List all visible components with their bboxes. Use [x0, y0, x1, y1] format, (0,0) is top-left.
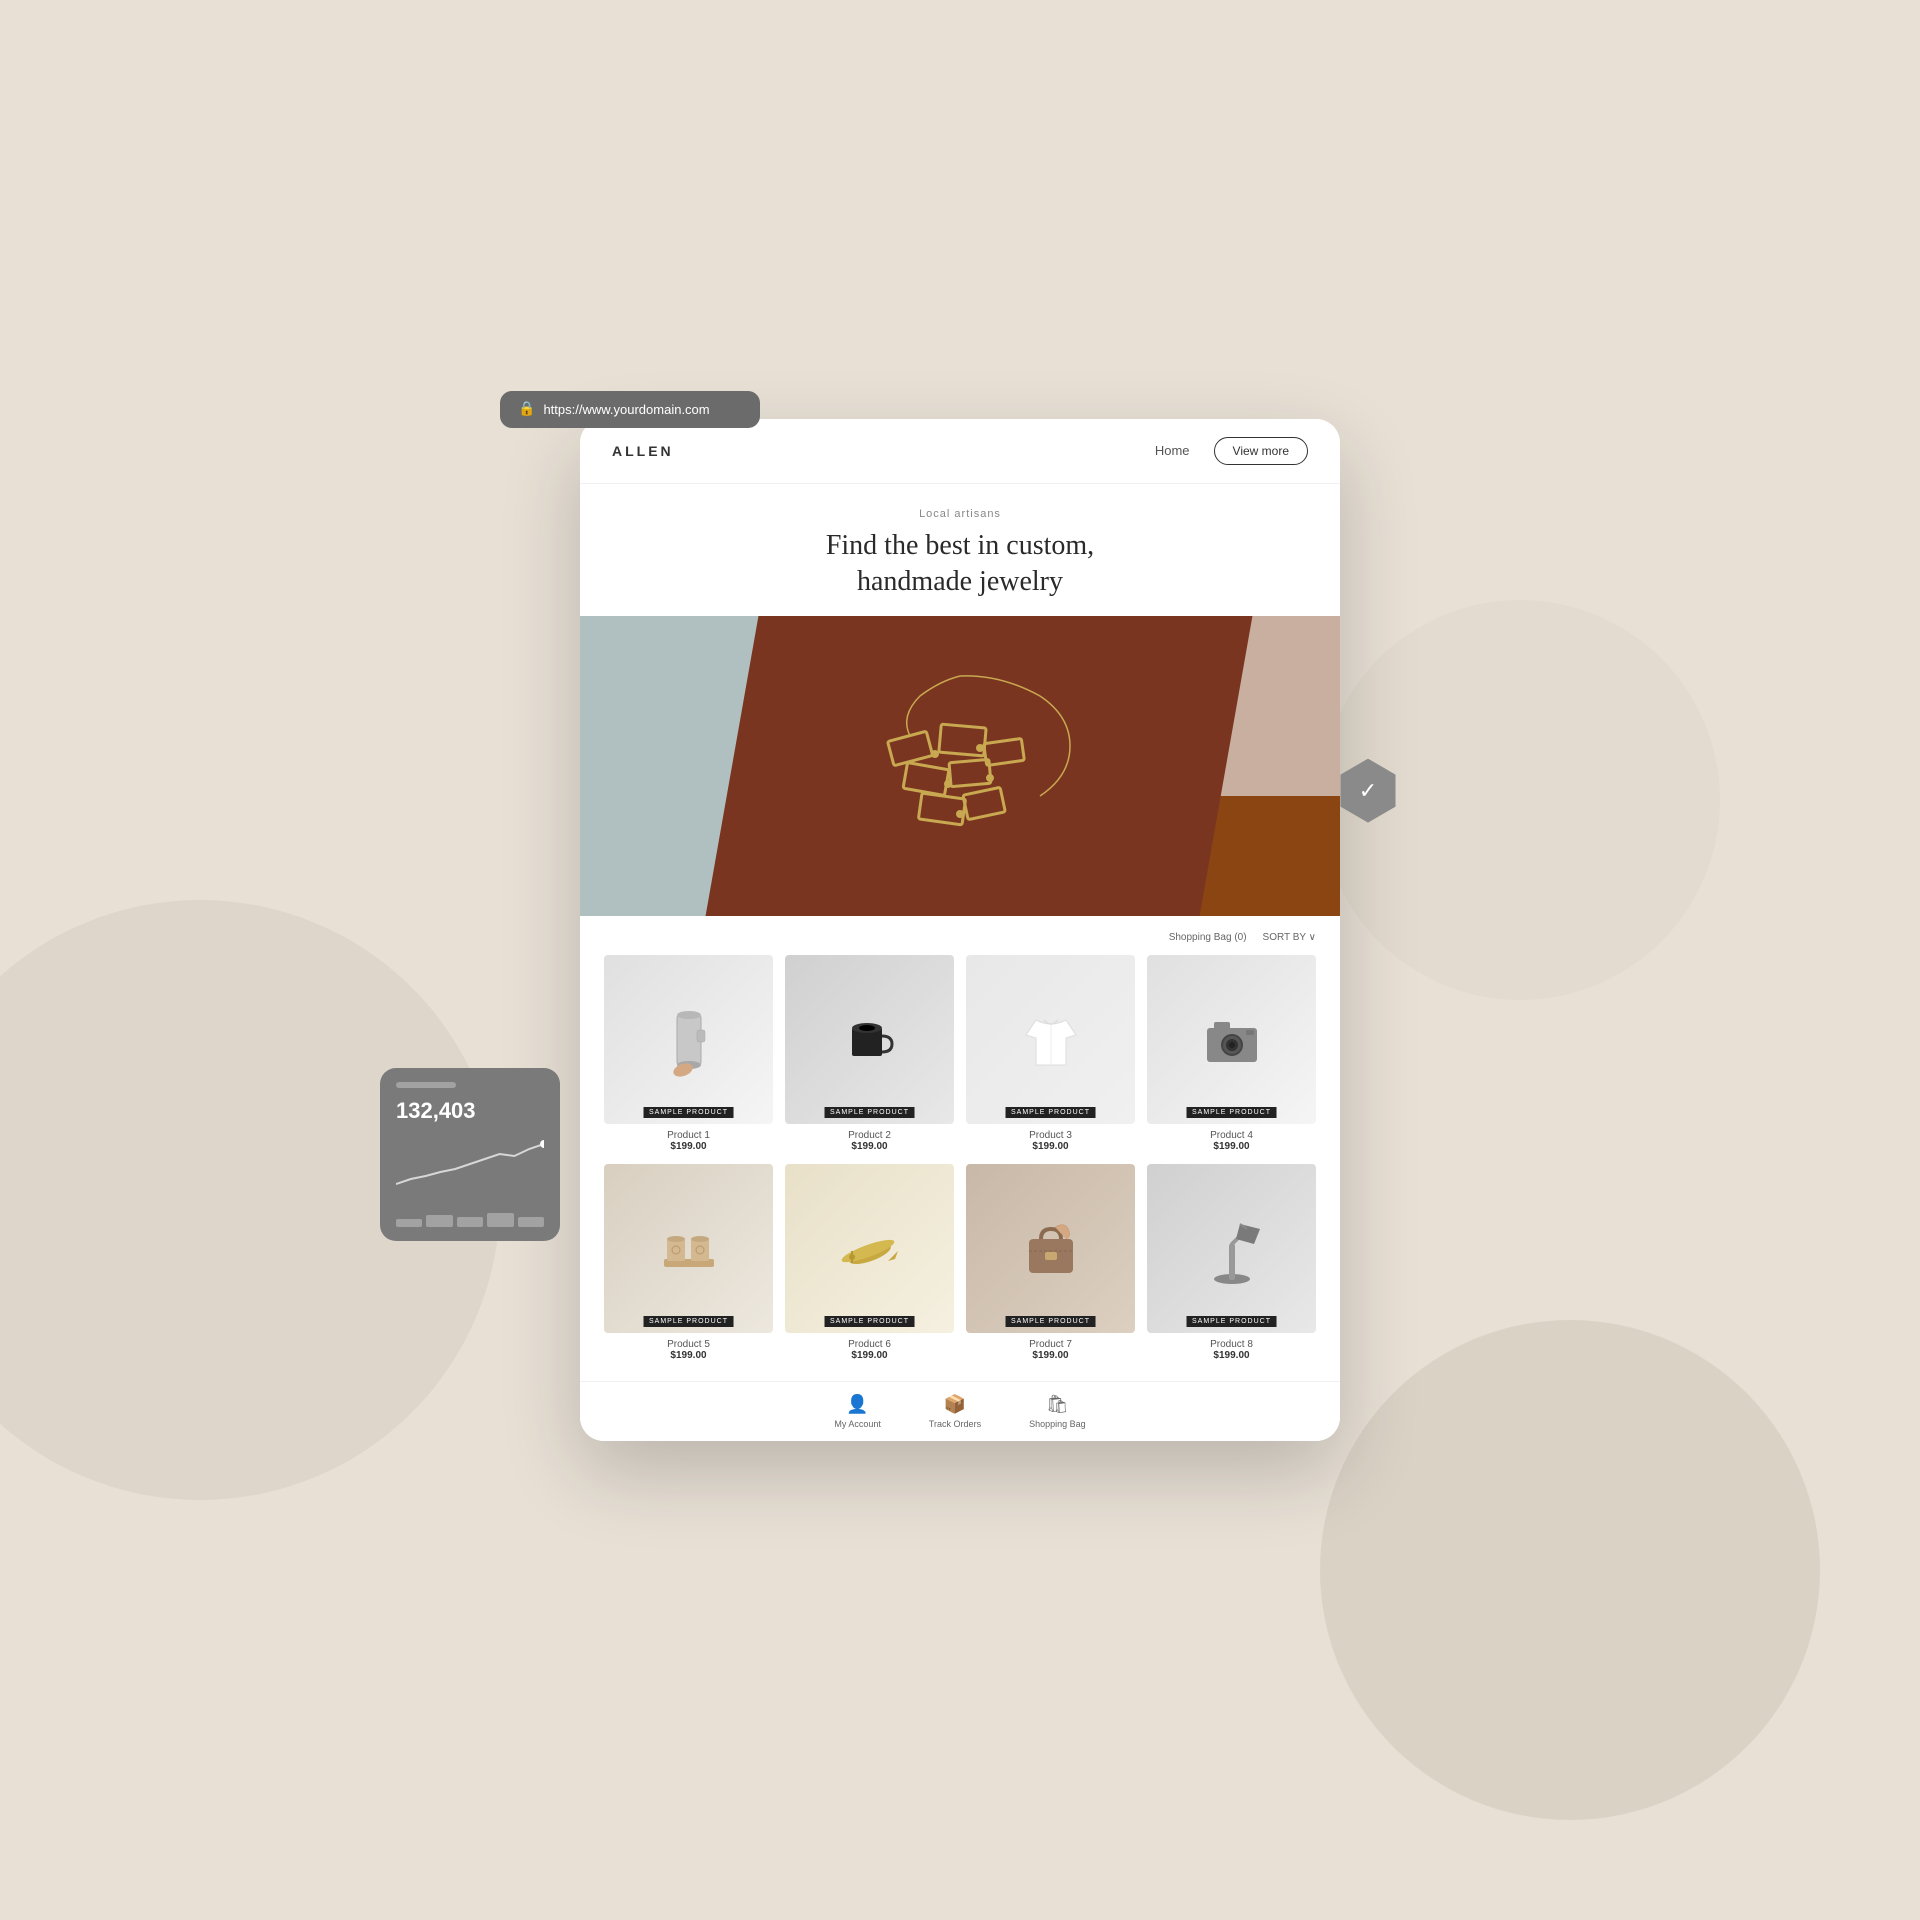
product-price-4: $199.00 — [1147, 1141, 1316, 1152]
stats-widget: 132,403 — [380, 1068, 560, 1241]
product-card-2[interactable]: SAMPLE PRODUCT Product 2 $199.00 — [785, 955, 954, 1152]
product-badge-1: SAMPLE PRODUCT — [643, 1107, 734, 1118]
product-badge-7: SAMPLE PRODUCT — [1005, 1316, 1096, 1327]
product-name-3: Product 3 — [966, 1130, 1135, 1141]
bottom-nav-track[interactable]: 📦 Track Orders — [929, 1394, 981, 1429]
stats-bar-3 — [457, 1217, 483, 1227]
product-name-5: Product 5 — [604, 1339, 773, 1350]
product-header: Shopping Bag (0) SORT BY ∨ — [604, 932, 1316, 943]
product-price-8: $199.00 — [1147, 1350, 1316, 1361]
product-image-7: SAMPLE PRODUCT — [966, 1164, 1135, 1333]
product-grid: SAMPLE PRODUCT Product 1 $199.00 — [604, 955, 1316, 1361]
track-icon: 📦 — [944, 1394, 966, 1415]
product-card-1[interactable]: SAMPLE PRODUCT Product 1 $199.00 — [604, 955, 773, 1152]
stats-bar-row — [396, 1207, 544, 1227]
product-image-5: SAMPLE PRODUCT — [604, 1164, 773, 1333]
product-image-8: SAMPLE PRODUCT — [1147, 1164, 1316, 1333]
product-name-7: Product 7 — [966, 1339, 1135, 1350]
shopping-bag-label: Shopping Bag (0) — [1169, 932, 1247, 943]
product-price-2: $199.00 — [785, 1141, 954, 1152]
product-name-4: Product 4 — [1147, 1130, 1316, 1141]
track-label: Track Orders — [929, 1419, 981, 1429]
bottom-nav: 👤 My Account 📦 Track Orders 🛍 Shopping B… — [580, 1381, 1340, 1441]
product-svg-7 — [1011, 1209, 1091, 1289]
product-image-2: SAMPLE PRODUCT — [785, 955, 954, 1124]
product-name-8: Product 8 — [1147, 1339, 1316, 1350]
product-badge-8: SAMPLE PRODUCT — [1186, 1316, 1277, 1327]
product-name-1: Product 1 — [604, 1130, 773, 1141]
nav-link-home[interactable]: Home — [1155, 443, 1190, 458]
url-text: https://www.yourdomain.com — [543, 402, 709, 417]
product-svg-3 — [1011, 1000, 1091, 1080]
stats-header-line — [396, 1082, 456, 1088]
stats-bar-4 — [487, 1213, 513, 1227]
product-svg-4 — [1192, 1000, 1272, 1080]
product-section: Shopping Bag (0) SORT BY ∨ — [580, 916, 1340, 1381]
website-container: ALLEN Home View more Local artisans Find… — [580, 419, 1340, 1442]
product-price-3: $199.00 — [966, 1141, 1135, 1152]
bottom-nav-bag[interactable]: 🛍 Shopping Bag — [1029, 1394, 1086, 1429]
product-card-8[interactable]: SAMPLE PRODUCT Product 8 $199.00 — [1147, 1164, 1316, 1361]
bag-icon: 🛍 — [1046, 1394, 1069, 1415]
hero-subtitle: Local artisans — [612, 508, 1308, 520]
product-badge-2: SAMPLE PRODUCT — [824, 1107, 915, 1118]
product-card-3[interactable]: SAMPLE PRODUCT Product 3 $199.00 — [966, 955, 1135, 1152]
product-price-1: $199.00 — [604, 1141, 773, 1152]
product-image-1: SAMPLE PRODUCT — [604, 955, 773, 1124]
product-svg-1 — [649, 1000, 729, 1080]
product-svg-6 — [830, 1209, 910, 1289]
stats-bar-5 — [518, 1217, 544, 1227]
view-more-button[interactable]: View more — [1214, 437, 1308, 465]
product-image-6: SAMPLE PRODUCT — [785, 1164, 954, 1333]
product-price-6: $199.00 — [785, 1350, 954, 1361]
stats-bar-2 — [426, 1215, 452, 1227]
product-name-2: Product 2 — [785, 1130, 954, 1141]
product-badge-5: SAMPLE PRODUCT — [643, 1316, 734, 1327]
bottom-nav-account[interactable]: 👤 My Account — [834, 1394, 881, 1429]
stats-chart — [396, 1134, 544, 1194]
product-name-6: Product 6 — [785, 1339, 954, 1350]
product-svg-8 — [1192, 1209, 1272, 1289]
product-svg-5 — [649, 1209, 729, 1289]
product-badge-6: SAMPLE PRODUCT — [824, 1316, 915, 1327]
account-icon: 👤 — [846, 1394, 868, 1415]
product-image-3: SAMPLE PRODUCT — [966, 955, 1135, 1124]
product-card-4[interactable]: SAMPLE PRODUCT Product 4 $199.00 — [1147, 955, 1316, 1152]
hero-text-section: Local artisans Find the best in custom,h… — [580, 484, 1340, 617]
hero-image — [580, 616, 1340, 916]
product-price-5: $199.00 — [604, 1350, 773, 1361]
sort-by-label[interactable]: SORT BY ∨ — [1263, 932, 1316, 943]
check-icon: ✓ — [1359, 778, 1377, 804]
navbar: ALLEN Home View more — [580, 419, 1340, 484]
product-card-5[interactable]: SAMPLE PRODUCT Product 5 $199.00 — [604, 1164, 773, 1361]
bag-label: Shopping Bag — [1029, 1419, 1086, 1429]
product-card-7[interactable]: SAMPLE PRODUCT Product 7 $199.00 — [966, 1164, 1135, 1361]
account-label: My Account — [834, 1419, 881, 1429]
lock-icon: 🔒 — [518, 401, 535, 418]
product-price-7: $199.00 — [966, 1350, 1135, 1361]
product-card-6[interactable]: SAMPLE PRODUCT Product 6 $199.00 — [785, 1164, 954, 1361]
product-image-4: SAMPLE PRODUCT — [1147, 955, 1316, 1124]
product-svg-2 — [830, 1000, 910, 1080]
product-badge-4: SAMPLE PRODUCT — [1186, 1107, 1277, 1118]
nav-logo: ALLEN — [612, 443, 674, 459]
product-badge-3: SAMPLE PRODUCT — [1005, 1107, 1096, 1118]
hero-necklace-svg — [840, 666, 1080, 866]
stats-bar-1 — [396, 1219, 422, 1227]
stats-number: 132,403 — [396, 1098, 544, 1124]
nav-links: Home View more — [1155, 437, 1308, 465]
hero-title: Find the best in custom,handmade jewelry — [612, 528, 1308, 601]
url-bar[interactable]: 🔒 https://www.yourdomain.com — [500, 391, 760, 428]
